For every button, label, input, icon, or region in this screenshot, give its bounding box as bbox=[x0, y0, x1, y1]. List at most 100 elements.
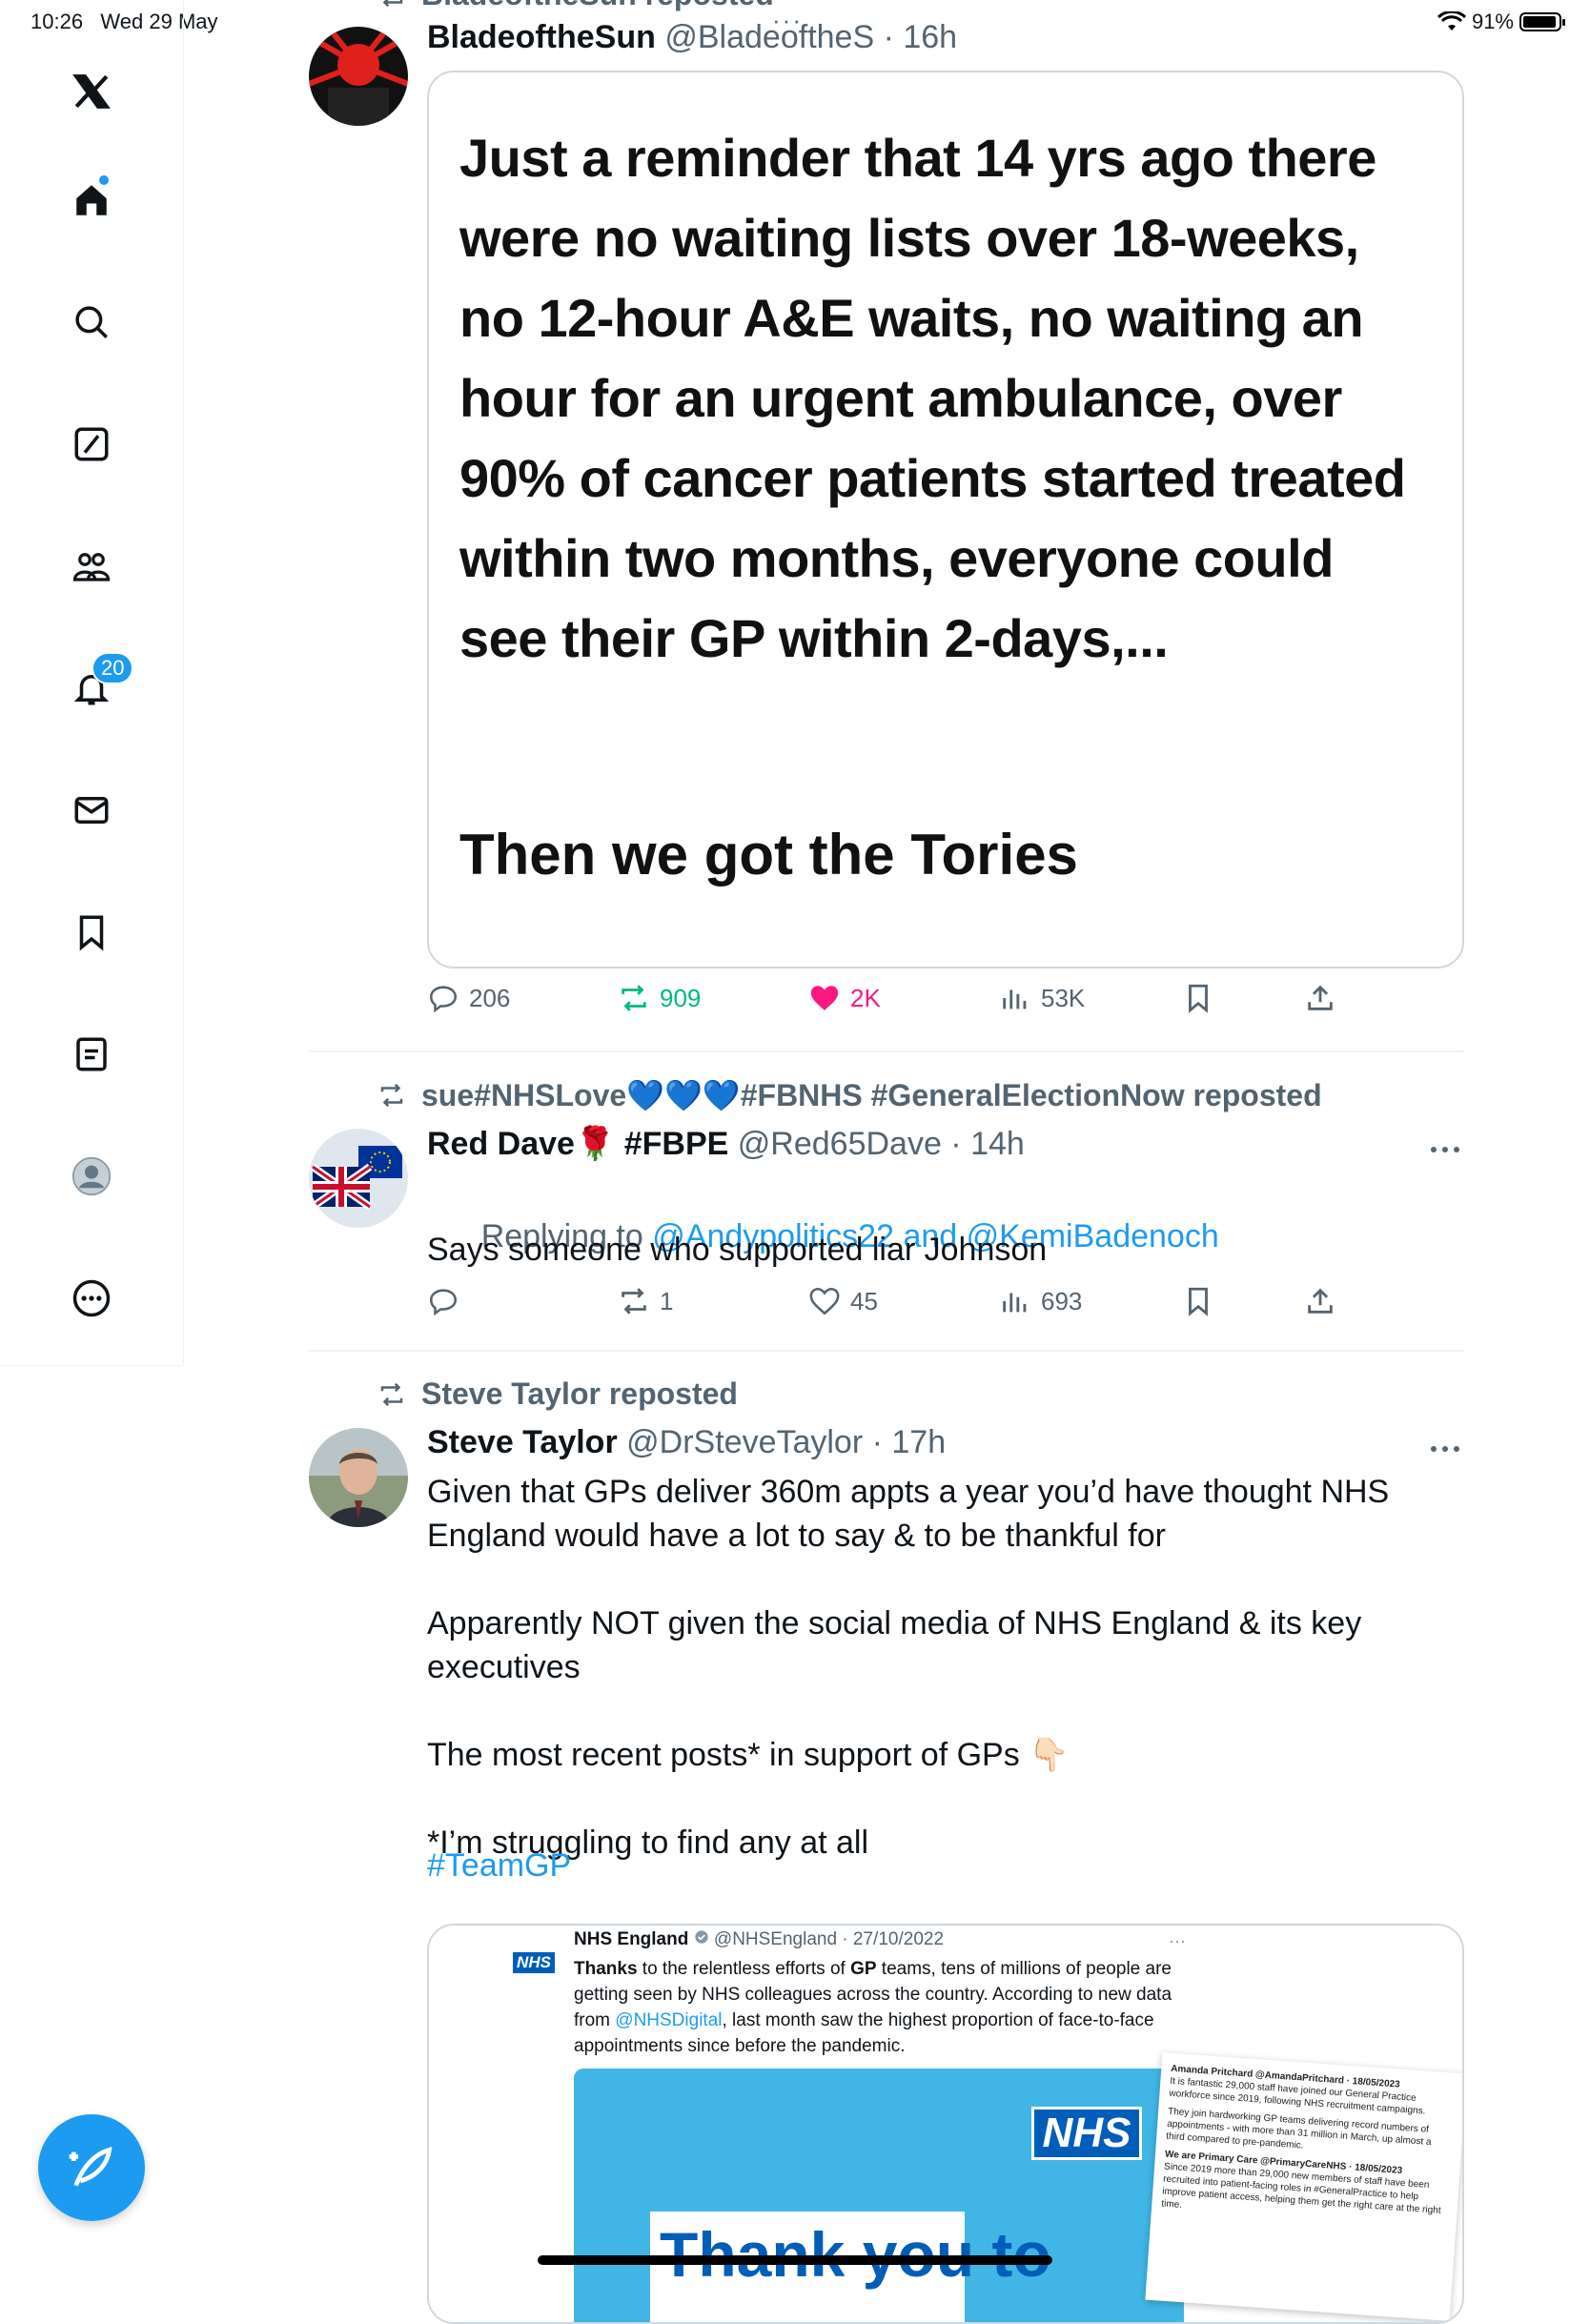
embed-link: @NHSDigital bbox=[615, 2010, 723, 2030]
repost-count: 1 bbox=[660, 1286, 674, 1315]
reply-button[interactable] bbox=[427, 1285, 469, 1317]
search-icon[interactable] bbox=[61, 292, 122, 353]
embed-text: Thanks to the relentless efforts of GP t… bbox=[574, 1956, 1184, 2059]
compose-button[interactable] bbox=[38, 2114, 145, 2221]
heart-filled-icon bbox=[810, 986, 839, 1010]
hashtag-link[interactable]: #TeamGP bbox=[427, 1844, 1437, 1887]
battery-icon bbox=[1519, 12, 1565, 31]
author-name[interactable]: Steve Taylor bbox=[427, 1424, 618, 1460]
profile-icon[interactable] bbox=[61, 1146, 122, 1207]
reply-button[interactable]: 206 bbox=[427, 982, 510, 1014]
views-icon bbox=[1003, 1293, 1027, 1313]
timeline: BladeoftheSun reposted BladeoftheSun @Bl… bbox=[309, 0, 1464, 2324]
embed-text-part1: to the relentless efforts of bbox=[637, 1959, 851, 1979]
compose-feather-icon bbox=[69, 2147, 112, 2187]
author-name[interactable]: Red Dave🌹 #FBPE bbox=[427, 1126, 728, 1162]
repost-icon bbox=[622, 1288, 646, 1315]
communities-icon[interactable] bbox=[61, 536, 122, 597]
nhs-logo-small: NHS bbox=[513, 1952, 555, 1973]
flag-avatar-icon bbox=[309, 1129, 408, 1228]
share-icon bbox=[1308, 1288, 1333, 1314]
tweet-header: Red Dave🌹 #FBPE @Red65Dave · 14h bbox=[427, 1126, 1025, 1162]
repost-indicator: sue#NHSLove💙💙💙#FBNHS #GeneralElectionNow… bbox=[377, 1077, 1322, 1113]
views-button[interactable]: 693 bbox=[999, 1285, 1082, 1317]
embed-header: NHS England @NHSEngland · 27/10/2022 bbox=[574, 1929, 944, 1950]
bookmark-icon bbox=[1189, 984, 1208, 1013]
bookmark-icon bbox=[1189, 1287, 1208, 1316]
views-icon bbox=[1003, 989, 1027, 1009]
avatar[interactable] bbox=[309, 27, 408, 126]
repost-label: Steve Taylor reposted bbox=[421, 1376, 738, 1411]
view-count: 693 bbox=[1041, 1286, 1083, 1315]
verified-badge-icon bbox=[694, 1930, 708, 1944]
messages-icon[interactable] bbox=[61, 780, 122, 841]
lists-icon[interactable] bbox=[61, 1024, 122, 1085]
notifications-icon[interactable]: 20 bbox=[61, 652, 134, 719]
tweet-time[interactable]: 16h bbox=[903, 19, 957, 55]
like-count: 45 bbox=[850, 1286, 878, 1315]
author-handle[interactable]: @BladeoftheS bbox=[664, 19, 874, 55]
repost-icon bbox=[380, 1083, 403, 1108]
embed-author: NHS England bbox=[574, 1929, 689, 1949]
share-button[interactable] bbox=[1304, 982, 1336, 1014]
repost-count: 909 bbox=[660, 983, 702, 1012]
meme-text: Just a reminder that 14 yrs ago there we… bbox=[459, 128, 1406, 668]
more-icon[interactable] bbox=[61, 1268, 122, 1329]
battery-percent: 91% bbox=[1471, 10, 1514, 33]
meme-footer: Then we got the Tories bbox=[459, 823, 1078, 887]
overlay-tweet-card: Amanda Pritchard @AmandaPritchard · 18/0… bbox=[1145, 2052, 1462, 2321]
tweet-text: Given that GPs deliver 360m appts a year… bbox=[427, 1474, 1390, 1861]
embed-handle: @NHSEngland · 27/10/2022 bbox=[713, 1929, 945, 1949]
embed-more-icon: ··· bbox=[1169, 1931, 1186, 1950]
person-photo-avatar-icon bbox=[309, 1428, 408, 1527]
home-icon[interactable] bbox=[61, 170, 122, 231]
views-button[interactable]: 53K bbox=[999, 982, 1085, 1014]
x-logo-icon[interactable] bbox=[61, 61, 122, 122]
author-name[interactable]: BladeoftheSun bbox=[427, 19, 656, 55]
grok-icon[interactable] bbox=[61, 414, 122, 475]
like-count: 2K bbox=[850, 983, 881, 1012]
bookmark-button[interactable] bbox=[1182, 982, 1214, 1014]
more-options-icon[interactable] bbox=[1426, 1140, 1464, 1159]
tweet-text: Says someone who supported liar Johnson bbox=[427, 1232, 1048, 1268]
more-options-icon[interactable] bbox=[1426, 1439, 1464, 1458]
author-handle[interactable]: @Red65Dave bbox=[738, 1126, 942, 1162]
top-more-icon: ··· bbox=[772, 6, 803, 34]
repost-button[interactable]: 909 bbox=[618, 982, 701, 1014]
like-button[interactable]: 45 bbox=[808, 1285, 878, 1317]
tweet[interactable]: sue#NHSLove💙💙💙#FBNHS #GeneralElectionNow… bbox=[309, 1052, 1464, 1348]
tweet-header: BladeoftheSun @BladeoftheS · 16h bbox=[427, 19, 958, 55]
repost-indicator: Steve Taylor reposted bbox=[377, 1376, 738, 1412]
share-button[interactable] bbox=[1304, 1285, 1336, 1317]
avatar[interactable] bbox=[309, 1428, 408, 1527]
image-attachment[interactable]: Just a reminder that 14 yrs ago there we… bbox=[427, 71, 1464, 968]
banner-thank-you-text: Thank you to bbox=[650, 2212, 1051, 2322]
tweet-time[interactable]: 17h bbox=[891, 1424, 946, 1460]
tweet-header: Steve Taylor @DrSteveTaylor · 17h bbox=[427, 1424, 947, 1460]
like-button[interactable]: 2K bbox=[808, 982, 881, 1014]
rising-sun-avatar-icon bbox=[309, 27, 408, 126]
notifications-badge: 20 bbox=[92, 652, 134, 684]
nhs-thank-you-banner: NHS Thank you to bbox=[574, 2069, 1184, 2322]
bookmarks-icon[interactable] bbox=[61, 902, 122, 963]
avatar[interactable] bbox=[309, 1129, 408, 1228]
home-unread-dot bbox=[99, 175, 109, 185]
repost-icon bbox=[622, 985, 646, 1011]
sidebar-nav: 20 bbox=[0, 0, 184, 1366]
nhs-logo-large: NHS bbox=[1031, 2107, 1142, 2160]
share-icon bbox=[1308, 985, 1333, 1010]
embed-text-bold: Thanks bbox=[574, 1959, 638, 1979]
embed-text-gp: GP bbox=[850, 1959, 877, 1979]
author-handle[interactable]: @DrSteveTaylor bbox=[626, 1424, 863, 1460]
repost-indicator: BladeoftheSun reposted bbox=[377, 0, 774, 12]
tweet[interactable]: Steve Taylor reposted Steve Taylor @DrSt… bbox=[309, 1352, 1464, 2324]
reply-count: 206 bbox=[469, 983, 511, 1012]
repost-button[interactable]: 1 bbox=[618, 1285, 673, 1317]
heart-icon bbox=[809, 1287, 840, 1315]
repost-icon bbox=[382, 0, 403, 7]
home-indicator bbox=[538, 2255, 1052, 2265]
bookmark-button[interactable] bbox=[1182, 1285, 1214, 1317]
tweet[interactable]: BladeoftheSun reposted BladeoftheSun @Bl… bbox=[309, 0, 1464, 1052]
reply-icon bbox=[429, 1289, 458, 1316]
tweet-time[interactable]: 14h bbox=[970, 1126, 1025, 1162]
